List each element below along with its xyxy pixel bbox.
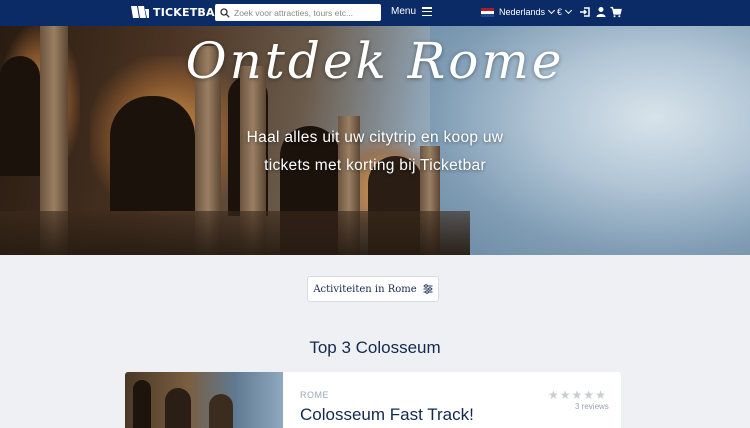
hero-banner: Ontdek Rome Haal alles uit uw citytrip e…	[0, 26, 750, 255]
star-icon: ★	[571, 388, 583, 402]
menu-button[interactable]: Menu	[391, 6, 433, 17]
user-icon[interactable]	[595, 6, 607, 18]
product-title[interactable]: Colosseum Fast Track!	[300, 405, 474, 425]
product-image[interactable]	[125, 372, 283, 428]
hero-subtitle: Haal alles uit uw citytrip en koop uw ti…	[246, 129, 504, 174]
chevron-down-icon	[547, 6, 556, 15]
product-card[interactable]: ROME Colosseum Fast Track! ★ ★ ★ ★ ★ 3 r…	[125, 372, 621, 428]
language-label: Nederlands	[499, 7, 546, 17]
sign-in-icon[interactable]	[579, 6, 591, 18]
search-input[interactable]	[234, 7, 374, 18]
product-city: ROME	[300, 390, 329, 400]
hero-arch	[110, 96, 195, 211]
rating-stars: ★ ★ ★ ★ ★	[548, 388, 607, 402]
review-count[interactable]: 3 reviews	[575, 402, 609, 411]
star-icon: ★	[595, 388, 606, 402]
ticketbar-logo[interactable]: TICKETBAR	[130, 5, 223, 19]
star-icon: ★	[583, 388, 595, 402]
currency-selector[interactable]: €	[557, 6, 573, 17]
sliders-icon	[423, 284, 433, 294]
currency-label: €	[557, 7, 563, 17]
star-icon: ★	[548, 388, 559, 402]
cart-icon[interactable]	[610, 6, 622, 18]
hamburger-icon	[422, 7, 433, 16]
netherlands-flag-icon	[481, 7, 494, 17]
logo-text: TICKETBAR	[153, 5, 224, 19]
search-box[interactable]	[215, 4, 381, 21]
search-icon	[220, 7, 230, 18]
menu-label: Menu	[391, 6, 417, 17]
activities-button[interactable]: Activiteiten in Rome	[307, 276, 439, 302]
language-selector[interactable]: Nederlands	[481, 6, 556, 17]
top-navbar: TICKETBAR Menu Nederlands €	[0, 0, 750, 26]
activities-button-label: Activiteiten in Rome	[313, 283, 417, 295]
hero-title: Ontdek Rome	[185, 32, 565, 90]
chevron-down-icon	[564, 6, 573, 15]
section-title: Top 3 Colosseum	[309, 338, 441, 357]
star-icon: ★	[559, 388, 571, 402]
ticket-logo-icon	[131, 6, 149, 18]
